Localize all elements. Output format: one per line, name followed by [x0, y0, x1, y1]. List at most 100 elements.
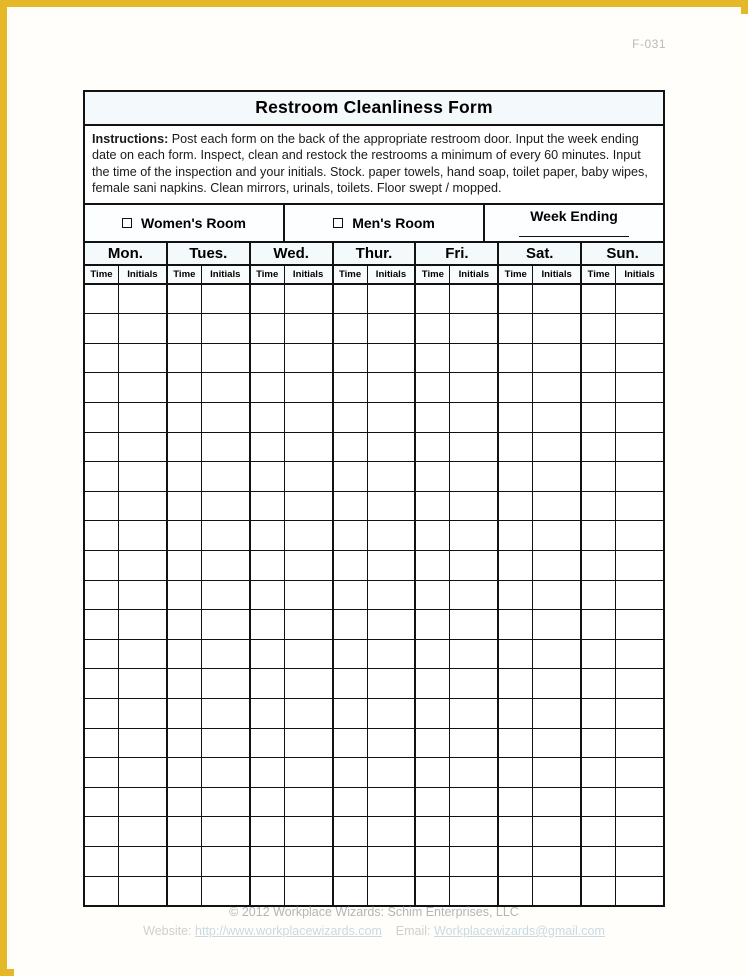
- time-entry-cell[interactable]: [250, 403, 285, 432]
- initials-entry-cell[interactable]: [367, 698, 415, 728]
- time-entry-cell[interactable]: [499, 817, 534, 846]
- time-entry-cell[interactable]: [582, 284, 617, 314]
- time-entry-cell[interactable]: [167, 491, 202, 521]
- initials-entry-cell[interactable]: [201, 314, 249, 343]
- initials-entry-cell[interactable]: [533, 698, 581, 728]
- initials-entry-cell[interactable]: [367, 846, 415, 876]
- time-entry-cell[interactable]: [167, 758, 202, 787]
- initials-entry-cell[interactable]: [616, 876, 663, 906]
- initials-entry-cell[interactable]: [201, 610, 249, 639]
- time-entry-cell[interactable]: [85, 610, 119, 639]
- initials-entry-cell[interactable]: [118, 284, 166, 314]
- initials-entry-cell[interactable]: [616, 846, 663, 876]
- time-entry-cell[interactable]: [499, 876, 534, 906]
- time-entry-cell[interactable]: [416, 580, 451, 610]
- time-entry-cell[interactable]: [250, 817, 285, 846]
- time-entry-cell[interactable]: [85, 343, 119, 373]
- initials-entry-cell[interactable]: [201, 758, 249, 787]
- initials-entry-cell[interactable]: [450, 728, 498, 758]
- initials-entry-cell[interactable]: [201, 876, 249, 906]
- initials-entry-cell[interactable]: [201, 403, 249, 432]
- time-entry-cell[interactable]: [333, 610, 368, 639]
- initials-entry-cell[interactable]: [533, 787, 581, 817]
- initials-entry-cell[interactable]: [118, 876, 166, 906]
- initials-entry-cell[interactable]: [284, 610, 332, 639]
- time-entry-cell[interactable]: [416, 314, 451, 343]
- initials-entry-cell[interactable]: [118, 669, 166, 698]
- initials-entry-cell[interactable]: [450, 521, 498, 550]
- initials-entry-cell[interactable]: [450, 580, 498, 610]
- initials-entry-cell[interactable]: [201, 669, 249, 698]
- time-entry-cell[interactable]: [333, 639, 368, 669]
- initials-entry-cell[interactable]: [450, 314, 498, 343]
- initials-entry-cell[interactable]: [616, 373, 663, 402]
- time-entry-cell[interactable]: [333, 373, 368, 402]
- time-entry-cell[interactable]: [499, 521, 534, 550]
- time-entry-cell[interactable]: [582, 491, 617, 521]
- initials-entry-cell[interactable]: [450, 698, 498, 728]
- time-entry-cell[interactable]: [333, 758, 368, 787]
- time-entry-cell[interactable]: [582, 846, 617, 876]
- initials-entry-cell[interactable]: [533, 580, 581, 610]
- initials-entry-cell[interactable]: [118, 728, 166, 758]
- initials-entry-cell[interactable]: [201, 817, 249, 846]
- initials-entry-cell[interactable]: [201, 284, 249, 314]
- initials-entry-cell[interactable]: [616, 817, 663, 846]
- initials-entry-cell[interactable]: [367, 284, 415, 314]
- initials-entry-cell[interactable]: [450, 284, 498, 314]
- initials-entry-cell[interactable]: [118, 491, 166, 521]
- initials-entry-cell[interactable]: [118, 373, 166, 402]
- initials-entry-cell[interactable]: [533, 462, 581, 491]
- time-entry-cell[interactable]: [85, 521, 119, 550]
- time-entry-cell[interactable]: [250, 728, 285, 758]
- initials-entry-cell[interactable]: [118, 639, 166, 669]
- initials-entry-cell[interactable]: [367, 403, 415, 432]
- initials-entry-cell[interactable]: [284, 343, 332, 373]
- initials-entry-cell[interactable]: [201, 550, 249, 580]
- time-entry-cell[interactable]: [499, 580, 534, 610]
- time-entry-cell[interactable]: [85, 462, 119, 491]
- time-entry-cell[interactable]: [582, 698, 617, 728]
- initials-entry-cell[interactable]: [616, 491, 663, 521]
- time-entry-cell[interactable]: [250, 521, 285, 550]
- time-entry-cell[interactable]: [167, 343, 202, 373]
- initials-entry-cell[interactable]: [284, 876, 332, 906]
- initials-entry-cell[interactable]: [450, 876, 498, 906]
- time-entry-cell[interactable]: [333, 817, 368, 846]
- initials-entry-cell[interactable]: [450, 758, 498, 787]
- time-entry-cell[interactable]: [250, 462, 285, 491]
- time-entry-cell[interactable]: [499, 639, 534, 669]
- initials-entry-cell[interactable]: [284, 580, 332, 610]
- time-entry-cell[interactable]: [416, 787, 451, 817]
- time-entry-cell[interactable]: [333, 403, 368, 432]
- website-link[interactable]: http://www.workplacewizards.com: [195, 924, 382, 938]
- initials-entry-cell[interactable]: [533, 610, 581, 639]
- initials-entry-cell[interactable]: [533, 876, 581, 906]
- time-entry-cell[interactable]: [250, 343, 285, 373]
- time-entry-cell[interactable]: [250, 284, 285, 314]
- time-entry-cell[interactable]: [167, 698, 202, 728]
- mens-room-option[interactable]: Men's Room: [285, 204, 486, 241]
- time-entry-cell[interactable]: [416, 846, 451, 876]
- initials-entry-cell[interactable]: [533, 669, 581, 698]
- initials-entry-cell[interactable]: [450, 669, 498, 698]
- time-entry-cell[interactable]: [250, 876, 285, 906]
- initials-entry-cell[interactable]: [616, 462, 663, 491]
- time-entry-cell[interactable]: [250, 580, 285, 610]
- initials-entry-cell[interactable]: [284, 462, 332, 491]
- time-entry-cell[interactable]: [85, 758, 119, 787]
- time-entry-cell[interactable]: [167, 817, 202, 846]
- initials-entry-cell[interactable]: [367, 876, 415, 906]
- time-entry-cell[interactable]: [167, 284, 202, 314]
- initials-entry-cell[interactable]: [284, 373, 332, 402]
- initials-entry-cell[interactable]: [533, 521, 581, 550]
- time-entry-cell[interactable]: [85, 728, 119, 758]
- initials-entry-cell[interactable]: [533, 758, 581, 787]
- initials-entry-cell[interactable]: [201, 521, 249, 550]
- time-entry-cell[interactable]: [85, 403, 119, 432]
- time-entry-cell[interactable]: [582, 876, 617, 906]
- initials-entry-cell[interactable]: [284, 787, 332, 817]
- initials-entry-cell[interactable]: [616, 610, 663, 639]
- time-entry-cell[interactable]: [333, 284, 368, 314]
- initials-entry-cell[interactable]: [533, 728, 581, 758]
